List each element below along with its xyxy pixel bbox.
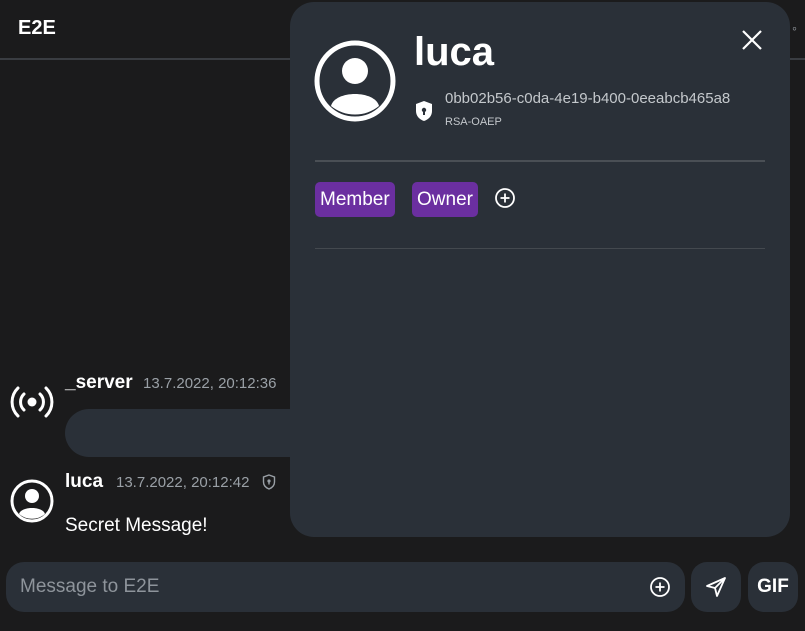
key-algorithm: RSA-OAEP: [445, 116, 502, 128]
gif-label: GIF: [757, 576, 789, 597]
shield-icon: [262, 474, 276, 490]
public-key-id: 0bb02b56-c0da-4e19-b400-0eeabcb465a8: [445, 90, 731, 107]
send-button[interactable]: [691, 562, 741, 612]
gif-button[interactable]: GIF: [748, 562, 798, 612]
profile-avatar-icon: [314, 40, 396, 122]
close-icon[interactable]: [738, 26, 766, 54]
message-timestamp: 13.7.2022, 20:12:36: [143, 375, 277, 392]
profile-name: luca: [414, 30, 495, 74]
add-role-icon[interactable]: [494, 187, 516, 209]
message-author[interactable]: _server: [65, 372, 133, 394]
shield-lock-icon: [414, 100, 434, 122]
send-icon: [706, 577, 726, 597]
broadcast-icon: [10, 380, 54, 424]
message-text: Secret Message!: [65, 515, 208, 536]
message-author[interactable]: luca: [65, 471, 103, 493]
message-composer: [6, 562, 685, 612]
header-action-icon[interactable]: ◦: [792, 20, 797, 36]
role-tag-owner[interactable]: Owner: [412, 182, 478, 217]
user-avatar-icon[interactable]: [10, 479, 54, 523]
message-bubble: [65, 409, 325, 457]
divider: [315, 160, 765, 162]
divider: [315, 248, 765, 249]
add-attachment-icon[interactable]: [649, 576, 671, 598]
message-input[interactable]: [20, 562, 620, 612]
message-timestamp: 13.7.2022, 20:12:42: [116, 474, 250, 491]
role-tag-member[interactable]: Member: [315, 182, 395, 217]
app-title: E2E: [18, 17, 56, 39]
profile-panel: luca 0bb02b56-c0da-4e19-b400-0eeabcb465a…: [290, 2, 790, 537]
